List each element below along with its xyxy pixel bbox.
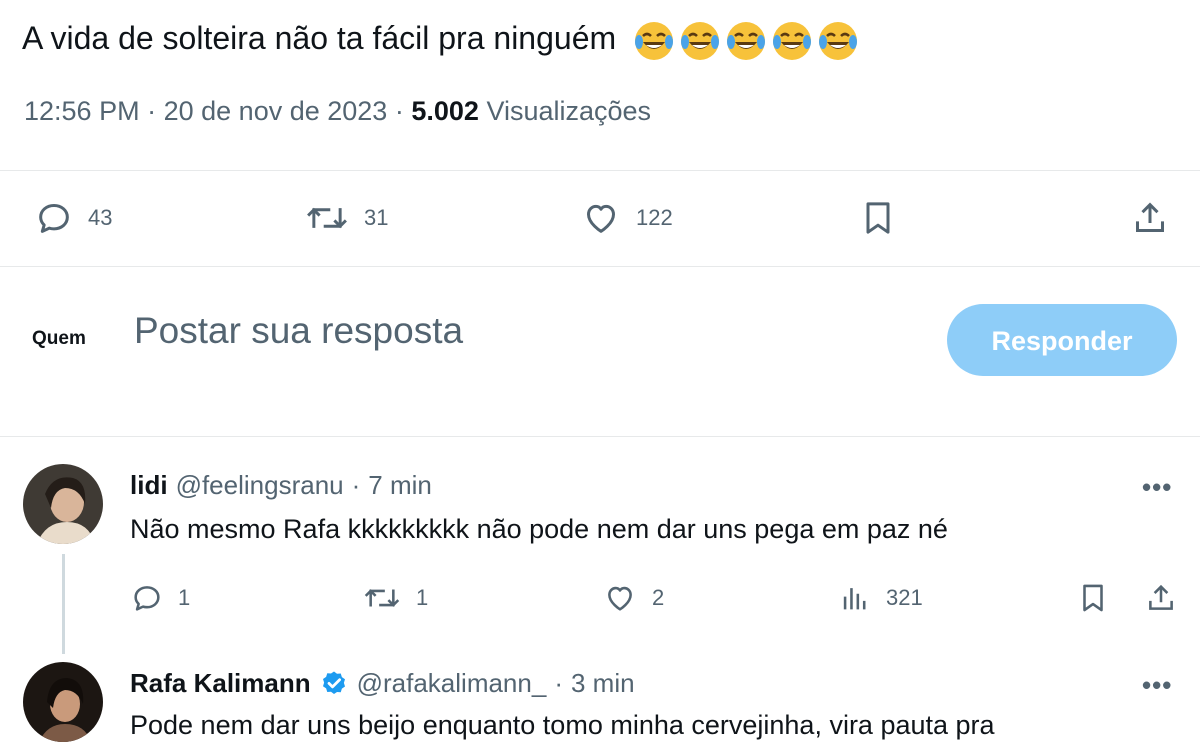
composer-avatar-label: Quem <box>32 328 86 349</box>
share-button[interactable] <box>1144 578 1178 618</box>
divider <box>0 436 1200 437</box>
reply-composer: Quem Responder <box>0 296 1200 386</box>
reply-input[interactable] <box>134 310 894 352</box>
reply-author-handle[interactable]: @rafakalimann_ <box>357 668 547 699</box>
retweet-button[interactable]: 1 <box>362 578 428 618</box>
divider <box>0 170 1200 171</box>
reply-count: 1 <box>178 585 191 610</box>
views-button[interactable]: 321 <box>838 578 923 618</box>
like-count: 2 <box>652 585 665 610</box>
share-icon <box>1149 584 1173 610</box>
divider <box>0 266 1200 267</box>
reply-item[interactable]: lidi @feelingsranu · 7 min ••• Não mesmo… <box>0 462 1200 662</box>
reply-time[interactable]: 3 min <box>571 668 635 699</box>
share-button[interactable] <box>1130 190 1170 246</box>
more-options-button[interactable]: ••• <box>1142 472 1172 503</box>
face-with-tears-of-joy-icon <box>727 21 766 60</box>
tweet-action-bar: 43 31 122 <box>0 190 1200 246</box>
like-button[interactable]: 122 <box>580 190 673 246</box>
like-button[interactable]: 2 <box>602 578 664 618</box>
reply-action-bar: 1 1 2 321 <box>0 578 1200 618</box>
reply-button[interactable]: 43 <box>34 190 112 246</box>
more-options-button[interactable]: ••• <box>1142 670 1172 701</box>
tweet-date[interactable]: 20 de nov de 2023 <box>164 96 388 126</box>
emoji-row <box>633 20 859 62</box>
meta-separator: · <box>394 96 404 126</box>
bookmark-button[interactable] <box>858 190 898 246</box>
reply-button[interactable]: 1 <box>130 578 190 618</box>
bookmark-icon <box>1083 584 1103 612</box>
face-with-tears-of-joy-icon <box>819 21 858 60</box>
reply-author-name[interactable]: Rafa Kalimann <box>130 668 311 699</box>
retweet-count: 1 <box>416 585 429 610</box>
avatar-image <box>23 464 103 544</box>
reply-author-handle[interactable]: @feelingsranu <box>176 470 344 501</box>
views-count: 321 <box>886 585 923 610</box>
reply-time[interactable]: 7 min <box>368 470 432 501</box>
views-label: Visualizações <box>486 96 652 126</box>
analytics-icon <box>843 588 866 610</box>
like-count: 122 <box>636 205 673 230</box>
avatar[interactable] <box>23 464 103 544</box>
tweet-text: A vida de solteira não ta fácil pra ning… <box>22 14 859 62</box>
reply-header: lidi @feelingsranu · 7 min <box>130 470 432 501</box>
reply-author-name[interactable]: lidi <box>130 470 168 501</box>
reply-text: Não mesmo Rafa kkkkkkkkk não pode nem da… <box>130 514 948 544</box>
views-count: 5.002 <box>411 96 479 126</box>
face-with-tears-of-joy-icon <box>773 21 812 60</box>
tweet-time[interactable]: 12:56 PM <box>24 96 140 126</box>
reply-submit-button[interactable]: Responder <box>947 304 1177 376</box>
comment-icon <box>134 586 160 611</box>
meta-separator: · <box>351 470 361 500</box>
reply-text: Pode nem dar uns beijo enquanto tomo min… <box>130 710 995 740</box>
verified-badge-icon <box>322 671 345 694</box>
face-with-tears-of-joy-icon <box>635 21 674 60</box>
reply-header: Rafa Kalimann @rafakalimann_ · 3 min <box>130 668 635 699</box>
retweet-icon <box>307 207 347 229</box>
retweet-icon <box>364 589 400 607</box>
face-with-tears-of-joy-icon <box>681 21 720 60</box>
bookmark-icon <box>866 202 890 234</box>
retweet-count: 31 <box>364 205 389 230</box>
tweet-meta: 12:56 PM · 20 de nov de 2023 · 5.002 Vis… <box>24 96 651 127</box>
meta-separator: · <box>147 96 157 126</box>
heart-icon <box>587 204 615 233</box>
reply-item[interactable]: Rafa Kalimann @rafakalimann_ · 3 min •••… <box>0 660 1200 750</box>
reply-count: 43 <box>88 205 113 230</box>
avatar-image <box>23 662 103 742</box>
retweet-button[interactable]: 31 <box>304 190 388 246</box>
bookmark-button[interactable] <box>1076 578 1110 618</box>
share-icon <box>1136 202 1164 232</box>
heart-icon <box>608 586 632 611</box>
tweet-detail-page: A vida de solteira não ta fácil pra ning… <box>0 0 1200 750</box>
avatar[interactable] <box>23 662 103 742</box>
meta-separator: · <box>554 668 563 698</box>
comment-icon <box>39 204 69 233</box>
tweet-body: A vida de solteira não ta fácil pra ning… <box>22 20 617 56</box>
